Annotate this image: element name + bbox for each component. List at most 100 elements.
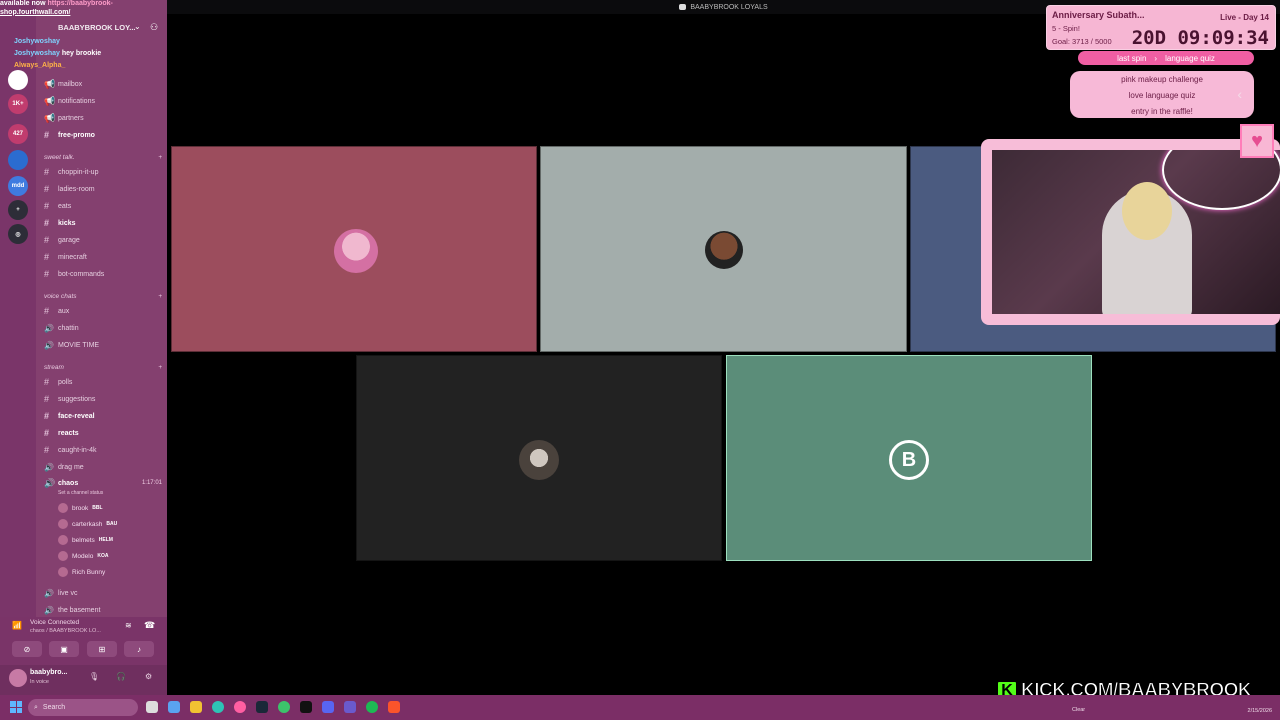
camera-off-button[interactable]: ⊘ [12, 641, 42, 657]
discord-taskbar-icon[interactable] [322, 701, 334, 713]
channel-free-promo[interactable]: # free-promo [44, 128, 162, 142]
hash-icon: # [44, 411, 50, 421]
channel-drag-me[interactable]: 🔊 drag me [44, 460, 162, 474]
channel-eats[interactable]: # eats [44, 199, 162, 213]
weather-text[interactable]: Clear [1072, 707, 1085, 713]
category-stream[interactable]: stream + [44, 361, 162, 373]
webcam-feed [992, 150, 1280, 314]
channel-notifications[interactable]: 📢 notifications [44, 94, 162, 108]
video-tile-2[interactable] [540, 146, 907, 352]
hash-icon: # [44, 377, 50, 387]
server-icon-6[interactable]: ◎ [8, 224, 28, 244]
video-tile-1[interactable] [171, 146, 537, 352]
channel-suggestions[interactable]: # suggestions [44, 392, 162, 406]
vc-user[interactable]: belmets HELM [58, 533, 113, 547]
mic-icon[interactable]: 🎙 [89, 672, 99, 681]
chat-message-2: hey brookie [61, 50, 102, 57]
home-server-icon[interactable] [8, 70, 28, 90]
vc-user[interactable]: carterkash BAU [58, 517, 117, 531]
channel-minecraft[interactable]: # minecraft [44, 250, 162, 264]
participant-avatar-2 [705, 231, 743, 269]
settings-gear-icon[interactable]: ⚙ [145, 672, 152, 681]
channel-bot-commands[interactable]: # bot-commands [44, 267, 162, 281]
system-tray-clock[interactable]: 2/15/2026 [1248, 698, 1272, 715]
app-icon-1[interactable] [212, 701, 224, 713]
add-channel-icon[interactable]: + [158, 154, 162, 161]
app-icon-3[interactable] [278, 701, 290, 713]
spotify-icon[interactable] [366, 701, 378, 713]
server-icon-4[interactable]: mdd [8, 176, 28, 196]
taskbar-search[interactable]: ⌕ Search [28, 699, 138, 716]
category-voice-chats[interactable]: voice chats + [44, 290, 162, 302]
file-explorer-icon[interactable] [190, 701, 202, 713]
noise-icon[interactable]: ≋ [125, 621, 132, 630]
disconnect-icon[interactable]: ☎ [144, 620, 155, 631]
brave-icon[interactable] [388, 701, 400, 713]
speaker-icon: 🔊 [44, 588, 54, 598]
server-icon-2[interactable]: 427 [8, 124, 28, 144]
screen-share-button[interactable]: ▣ [49, 641, 79, 657]
app-icon-4[interactable] [344, 701, 356, 713]
channel-label: live vc [58, 589, 78, 597]
channel-chattin[interactable]: 🔊 chattin [44, 321, 162, 335]
vc-status[interactable]: Set a channel status [58, 490, 103, 496]
channel-label: partners [58, 114, 84, 122]
hash-icon: # [44, 235, 50, 245]
channel-reacts[interactable]: # reacts [44, 426, 162, 440]
add-channel-icon[interactable]: + [158, 293, 162, 300]
channel-aux[interactable]: # aux [44, 304, 162, 318]
vc-user[interactable]: brook BBL [58, 501, 103, 515]
ticker-line2[interactable]: shop.fourthwall.com/ [0, 9, 167, 18]
channel-garage[interactable]: # garage [44, 233, 162, 247]
subathon-widget: Anniversary Subath... Live - Day 14 5 - … [1046, 5, 1276, 50]
user-panel: baabybro... In voice 🎙 🎧 ⚙ [0, 665, 167, 695]
channel-movie-time[interactable]: 🔊 MOVIE TIME [44, 338, 162, 352]
video-tile-5[interactable]: B [726, 355, 1092, 561]
activities-button[interactable]: ⊞ [87, 641, 117, 657]
hash-icon: # [44, 184, 50, 194]
steam-icon[interactable] [256, 701, 268, 713]
app-icon-2[interactable] [234, 701, 246, 713]
pixel-heart-icon: ♥ [1240, 124, 1274, 158]
soundboard-button[interactable]: ♪ [124, 641, 154, 657]
category-sweet-talk[interactable]: sweet talk. + [44, 151, 162, 163]
add-member-icon[interactable]: ⚇ [150, 22, 158, 33]
user-tag-badge: BBL [92, 505, 103, 511]
active-vc-duration: 1:17:01 [141, 480, 162, 486]
username[interactable]: baabybro... [30, 669, 67, 676]
channel-partners[interactable]: 📢 partners [44, 111, 162, 125]
ticker-link[interactable]: https://baabybrook- [47, 0, 112, 7]
neon-light [1162, 150, 1280, 210]
tiktok-icon[interactable] [300, 701, 312, 713]
channel-ladies-room[interactable]: # ladies-room [44, 182, 162, 196]
server-name[interactable]: BAABYBROOK LOY... [58, 23, 136, 32]
server-icon-3[interactable] [8, 150, 28, 170]
avatar[interactable] [9, 669, 27, 687]
vc-user[interactable]: Rich Bunny [58, 565, 105, 579]
video-tile-4[interactable] [356, 355, 722, 561]
channel-the-basement[interactable]: 🔊 the basement [44, 603, 162, 617]
channel-choppin-it-up[interactable]: # choppin-it-up [44, 165, 162, 179]
chevron-down-icon[interactable]: ⌄ [134, 22, 141, 31]
channel-face-reveal[interactable]: # face-reveal [44, 409, 162, 423]
add-channel-icon[interactable]: + [158, 364, 162, 371]
category-label: sweet talk. [44, 153, 75, 161]
voice-connected-subtitle[interactable]: chaos / BAABYBROOK LO... [30, 628, 101, 634]
channel-label: drag me [58, 463, 84, 471]
channel-live-vc[interactable]: 🔊 live vc [44, 586, 162, 600]
streamer-head [1122, 182, 1172, 240]
channel-polls[interactable]: # polls [44, 375, 162, 389]
channel-caught-in-4k[interactable]: # caught-in-4k [44, 443, 162, 457]
server-icon-5[interactable]: + [8, 200, 28, 220]
active-voice-channel[interactable]: 🔊 chaos 1:17:01 [44, 476, 162, 490]
channel-mailbox[interactable]: 📢 mailbox [44, 77, 162, 91]
vc-user[interactable]: Modelo KOA [58, 549, 108, 563]
channel-kicks[interactable]: # kicks [44, 216, 162, 230]
task-view-icon[interactable] [146, 701, 158, 713]
avatar [58, 535, 68, 545]
participant-letter-avatar: B [889, 440, 929, 480]
windows-start-icon[interactable] [10, 701, 22, 713]
headphones-icon[interactable]: 🎧 [116, 672, 126, 681]
server-icon-1[interactable]: 1K+ [8, 94, 28, 114]
browser-icon[interactable] [168, 701, 180, 713]
